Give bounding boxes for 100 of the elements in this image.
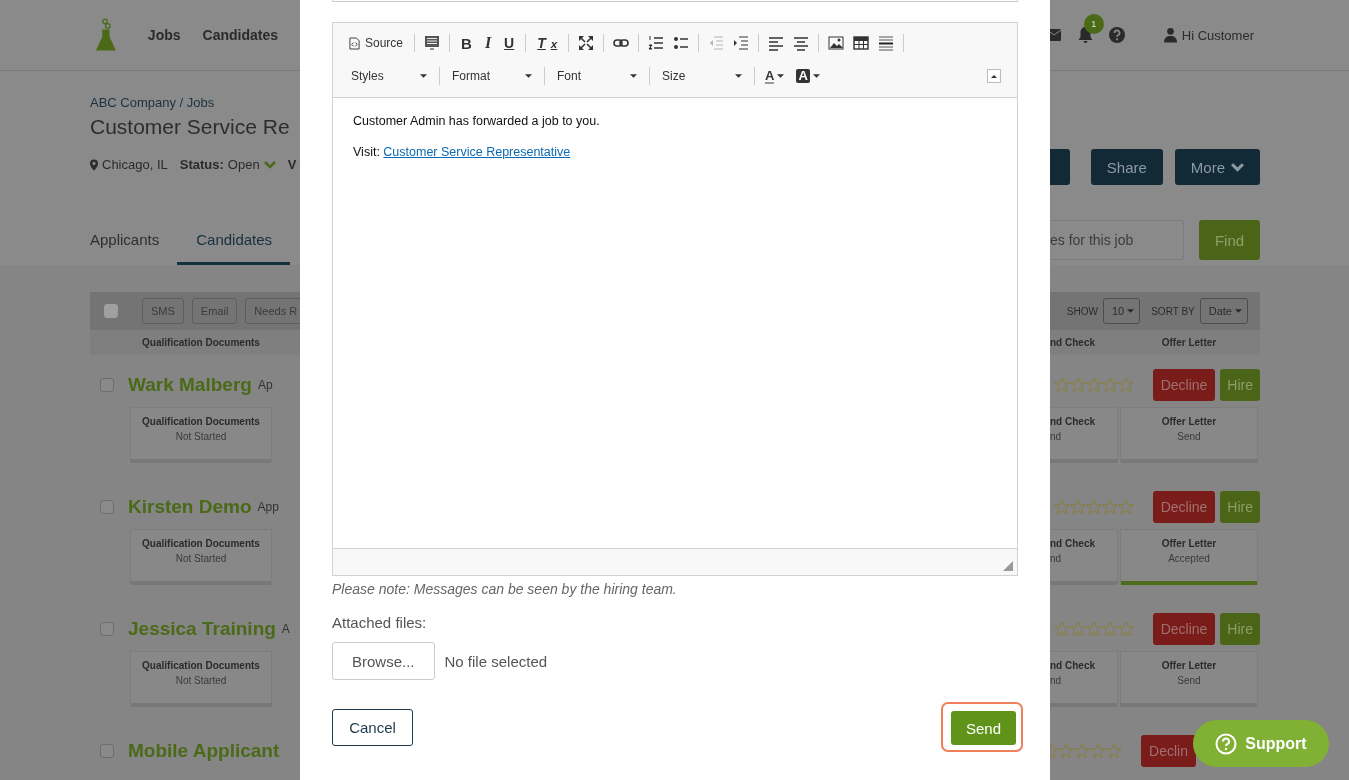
stage-title: Offer Letter [1161, 538, 1217, 549]
decline-button[interactable]: Decline [1152, 490, 1216, 523]
browse-button[interactable]: Browse... [332, 642, 435, 680]
decline-button[interactable]: Decline [1152, 368, 1216, 401]
candidate-checkbox[interactable] [100, 743, 114, 758]
align-center-icon[interactable] [793, 35, 810, 51]
user-menu-link[interactable]: Hi Customer [1181, 27, 1254, 43]
star-icon[interactable] [1101, 498, 1118, 515]
stage-title: nd Check [1050, 538, 1095, 549]
hire-button[interactable]: Hire [1220, 612, 1260, 645]
table-icon[interactable] [853, 35, 870, 51]
bulleted-icon[interactable] [673, 35, 690, 51]
stage-cell[interactable]: nd Check nd [1050, 529, 1118, 585]
sort-dropdown[interactable]: Date [1199, 298, 1248, 324]
template-icon[interactable] [424, 35, 441, 51]
star-icon[interactable] [1069, 376, 1086, 393]
stage-cell[interactable]: Offer Letter Accepted [1120, 529, 1258, 585]
envelope-icon[interactable] [1050, 29, 1061, 41]
nav-link[interactable]: Jobs [147, 27, 181, 43]
rule-icon[interactable] [878, 35, 895, 51]
maximize-icon[interactable] [578, 35, 595, 51]
action-button[interactable] [1050, 149, 1070, 185]
star-rating[interactable] [1053, 620, 1134, 637]
attached-files-label: Attached files: [332, 614, 428, 631]
format-dropdown[interactable]: Font [553, 65, 641, 87]
chevron-down-icon[interactable] [263, 160, 276, 169]
status-value[interactable]: Open [227, 157, 260, 172]
job-link[interactable]: Customer Service Representative [383, 145, 571, 159]
image-icon[interactable] [828, 35, 845, 51]
candidate-checkbox[interactable] [100, 621, 114, 636]
stage-cell[interactable]: nd Check nd [1050, 407, 1118, 463]
star-rating[interactable] [1053, 376, 1134, 393]
star-icon[interactable] [1090, 742, 1107, 759]
stage-cell[interactable]: Qualification Documents Not Started [130, 407, 272, 463]
bulk-action-button[interactable]: SMS [142, 298, 184, 324]
stage-cell[interactable]: Offer Letter Send [1120, 651, 1258, 707]
breadcrumb-link[interactable]: ABC Company / Jobs [90, 95, 300, 110]
file-status-text: No file selected [444, 652, 548, 670]
candidate-checkbox[interactable] [100, 499, 114, 514]
bold-button[interactable]: B [459, 32, 474, 54]
star-icon[interactable] [1101, 620, 1118, 637]
star-rating[interactable] [1050, 742, 1123, 759]
star-icon[interactable] [1053, 376, 1070, 393]
star-icon[interactable] [1058, 742, 1075, 759]
star-icon[interactable] [1069, 498, 1086, 515]
decline-button[interactable]: Declin [1141, 734, 1196, 767]
star-icon[interactable] [1117, 376, 1134, 393]
bulk-action-button[interactable]: Email [191, 298, 238, 324]
star-icon[interactable] [1074, 742, 1091, 759]
stage-cell[interactable]: Qualification Documents Not Started [130, 651, 272, 707]
search-field[interactable]: es for this job [1050, 220, 1184, 260]
collapse-toolbar-icon[interactable] [987, 69, 1001, 83]
tab[interactable]: Applicants [90, 231, 178, 265]
star-rating[interactable] [1053, 498, 1134, 515]
format-dropdown[interactable]: Size [658, 65, 746, 87]
find-button[interactable]: Find [1199, 220, 1260, 260]
italic-button[interactable]: I [482, 32, 494, 54]
numbered-icon[interactable] [648, 35, 665, 51]
stage-cell[interactable]: nd Check nd [1050, 651, 1118, 707]
format-dropdown[interactable]: Styles [347, 65, 431, 87]
star-icon[interactable] [1085, 620, 1102, 637]
star-icon[interactable] [1101, 376, 1118, 393]
star-icon[interactable] [1069, 620, 1086, 637]
indent-icon[interactable] [733, 35, 750, 51]
message-paragraph: Visit: Customer Service Representative [353, 145, 572, 159]
select-all-checkbox[interactable] [104, 304, 118, 318]
star-icon[interactable] [1085, 498, 1102, 515]
hire-button[interactable]: Hire [1220, 490, 1260, 523]
format-dropdown[interactable]: Format [448, 65, 536, 87]
more-button[interactable]: More [1174, 149, 1260, 185]
stage-cell[interactable]: Qualification Documents Not Started [130, 529, 272, 585]
help-icon [1215, 732, 1238, 755]
align-left-icon[interactable] [768, 35, 785, 51]
cancel-button[interactable]: Cancel [332, 708, 413, 746]
stage-title: Qualification Documents [142, 416, 260, 427]
send-button[interactable]: Send [951, 711, 1016, 745]
share-button[interactable]: Share [1090, 149, 1163, 185]
source-button[interactable]: Source [347, 32, 406, 54]
background-color-button[interactable]: A [794, 65, 822, 87]
star-icon[interactable] [1053, 620, 1070, 637]
decline-button[interactable]: Decline [1152, 612, 1216, 645]
stage-cell[interactable]: Offer Letter Send [1120, 407, 1258, 463]
help-icon[interactable] [1108, 27, 1125, 43]
stage-status: Send [1177, 675, 1201, 686]
support-button[interactable]: Support [1193, 720, 1329, 767]
star-icon[interactable] [1085, 376, 1102, 393]
text-color-button[interactable]: A [763, 65, 787, 87]
resize-handle-icon[interactable] [1003, 561, 1013, 571]
page-size-dropdown[interactable]: 10 [1102, 298, 1141, 324]
candidate-checkbox[interactable] [100, 377, 114, 392]
user-icon[interactable] [1163, 27, 1177, 43]
star-icon[interactable] [1117, 620, 1134, 637]
hire-button[interactable]: Hire [1220, 368, 1260, 401]
underline-button[interactable]: U [502, 32, 517, 54]
star-icon[interactable] [1053, 498, 1070, 515]
star-icon[interactable] [1117, 498, 1134, 515]
stage-status: nd [1050, 675, 1062, 686]
stage-title: nd Check [1050, 416, 1095, 427]
nav-link[interactable]: Candidates [202, 27, 278, 43]
star-icon[interactable] [1106, 742, 1123, 759]
